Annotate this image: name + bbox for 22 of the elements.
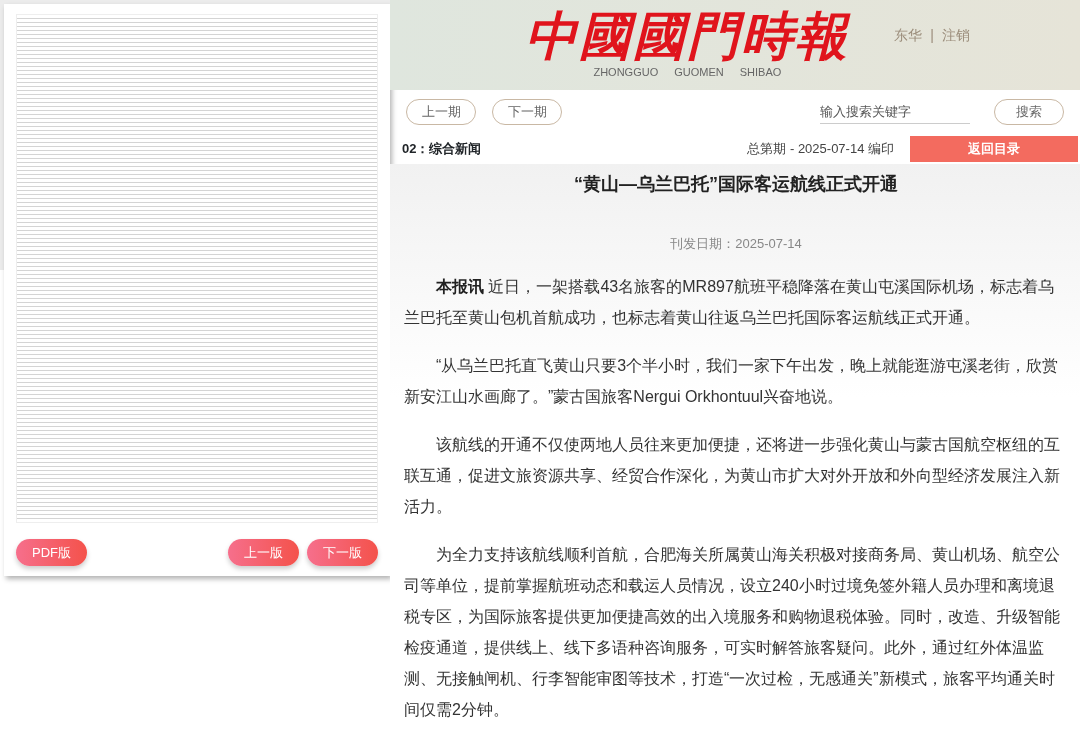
article-paragraph: 本报讯 近日，一架搭载43名旅客的MR897航班平稳降落在黄山屯溪国际机场，标志着乌兰巴托至黄山包机首航成功，也标志着黄山往返乌兰巴托国际客运航线正式开通。 [404, 277, 1055, 329]
logo-subtitle: ZHONGGUO [593, 64, 659, 80]
article-paragraph: “从乌兰巴托直飞黄山只要3个半小时，我们一家下午出发，晚上就能逛游屯溪老街，欣赏新安江山水画廊了。”蒙古国旅客Nergui Orkhontuul兴奋地说。 [404, 356, 1060, 408]
article-title: “黄山—乌兰巴托”国际客运航线正式开通 [573, 174, 899, 196]
search-button[interactable]: 搜索 [994, 99, 1064, 125]
logo-subtitle: SHIBAO [739, 64, 782, 80]
next-page-button[interactable]: 下一版 [307, 538, 378, 566]
section-title: 02：综合新闻 [402, 140, 482, 159]
separator: | [930, 25, 934, 45]
newspaper-logo: 中國國門時報 [525, 9, 850, 62]
back-to-contents-button[interactable]: 返回目录 [910, 136, 1078, 162]
issue-date: 总第期 - 2025-07-14 编印 [747, 140, 894, 159]
publish-date: 刊发日期：2025-07-14 [669, 234, 803, 253]
username-link[interactable]: 东华 [894, 24, 923, 46]
article-paragraph: 为全力支持该航线顺利首航，合肥海关所属黄山海关积极对接商务局、黄山机场、航空公司等单位，提前掌握航班动态和载运人员情况，设立240小时过境免签外籍人员办理和离境退税专区，为国际旅客提供更加便捷高效的出入境服务和购物退税体验。同时，改造、升级智能检疫通道，提供线上、线下多语种咨询服务，可实时解答旅客疑问。此外，通过红外体温监测、无接触闸机、行李智能审图等技术，打造“一次过检，无感通关”新模式，旅客平均通关时间仅需2分钟。 [404, 545, 1061, 721]
logo-subtitle: GUOMEN [674, 64, 724, 80]
pdf-button[interactable]: PDF版 [16, 538, 87, 566]
previous-page-button[interactable]: 上一版 [228, 538, 299, 566]
article-paragraph: 该航线的开通不仅使两地人员往来更加便捷，还将进一步强化黄山与蒙古国航空枢纽的互联互通，促进文旅资源共享、经贸合作深化，为黄山市扩大对外开放和外向型经济发展注入新活力。 [404, 435, 1061, 518]
previous-issue-button[interactable]: 上一期 [406, 99, 476, 125]
next-issue-button[interactable]: 下一期 [492, 99, 562, 125]
logout-link[interactable]: 注销 [942, 24, 970, 46]
